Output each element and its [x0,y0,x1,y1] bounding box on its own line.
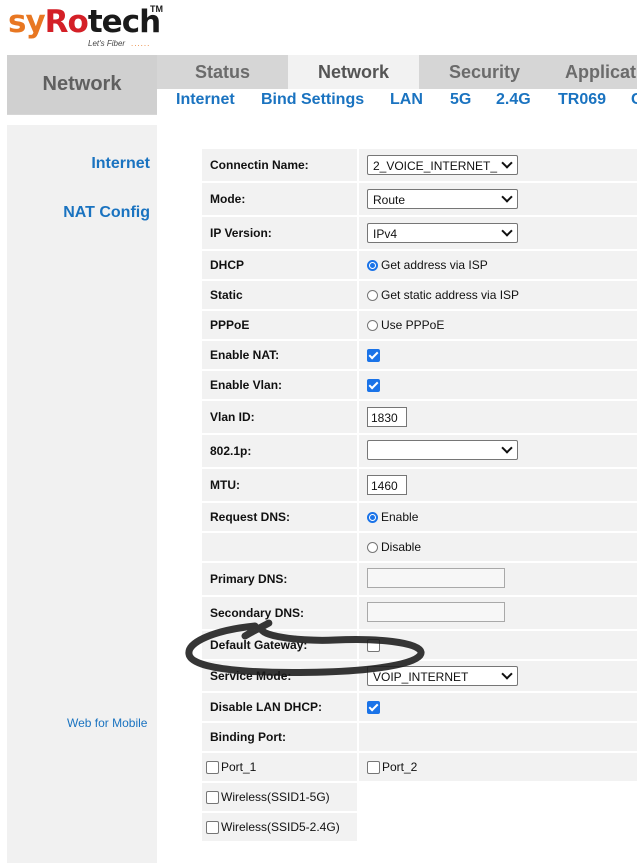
port1-checkbox[interactable] [206,761,219,774]
dns-enable-radio[interactable] [367,512,378,523]
primary-dns-input[interactable] [367,567,505,588]
service-mode-label: Service Mode: [202,661,357,691]
tab-application[interactable]: Applicat [550,55,637,89]
section-title: Network [7,55,157,114]
dhcp-label: DHCP [202,251,357,279]
dns-disable-radio[interactable] [367,542,378,553]
pppoe-label: PPPoE [202,311,357,339]
ip-version-label: IP Version: [202,217,357,249]
logo-part-sy: sy [8,4,46,40]
chevron-down-icon [501,668,513,680]
mode-select[interactable]: Route [367,189,518,209]
vlan-id-input[interactable]: 1830 [367,407,407,427]
default-gateway-label: Default Gateway: [202,631,357,659]
service-mode-select[interactable]: VOIP_INTERNET [367,666,518,686]
chevron-down-icon [501,157,513,169]
connection-name-select[interactable]: 2_VOICE_INTERNET_ [367,155,518,175]
default-gateway-checkbox[interactable] [367,639,380,652]
disable-lan-dhcp-checkbox[interactable] [367,701,380,714]
port1-label: Port_1 [221,760,257,774]
enable-vlan-checkbox[interactable] [367,379,380,392]
port2-label: Port_2 [382,760,418,774]
ssid5-2-4g-checkbox[interactable] [206,821,219,834]
static-option-label: Get static address via ISP [381,288,520,302]
chevron-down-icon [501,225,513,237]
tab-security[interactable]: Security [419,55,550,89]
mode-label: Mode: [202,183,357,215]
static-label: Static [202,281,357,309]
binding-port-label: Binding Port: [202,723,357,751]
syrotech-logo: syRotech TM Let's Fiber ...... [8,4,168,52]
binding-port-spacer [359,723,637,751]
logo-tagline: Let's Fiber [88,39,126,48]
web-for-mobile-link[interactable]: Web for Mobile [67,716,147,730]
logo-trademark: TM [150,4,163,14]
logo-dots: ...... [131,39,151,48]
subtab-more[interactable]: C [631,91,637,109]
tab-network[interactable]: Network [288,55,419,89]
mtu-input[interactable]: 1460 [367,475,407,495]
ssid1-5g-label: Wireless(SSID1-5G) [221,790,330,804]
static-radio[interactable] [367,290,378,301]
subtab-internet[interactable]: Internet [176,91,235,109]
dhcp-radio[interactable] [367,260,378,271]
ssid5-2-4g-label: Wireless(SSID5-2.4G) [221,820,340,834]
sidebar-item-nat-config[interactable]: NAT Config [63,204,150,222]
enable-nat-checkbox[interactable] [367,349,380,362]
secondary-dns-label: Secondary DNS: [202,597,357,629]
left-sidebar [7,125,157,863]
chevron-down-icon [501,441,513,454]
subtab-bind-settings[interactable]: Bind Settings [261,91,364,109]
tab-status[interactable]: Status [157,55,288,89]
pppoe-option-label: Use PPPoE [381,318,445,332]
port2-checkbox[interactable] [367,761,380,774]
dot1p-select[interactable] [367,439,518,460]
disable-lan-dhcp-label: Disable LAN DHCP: [202,693,357,721]
dns-disable-label: Disable [381,540,422,554]
subtab-tr069[interactable]: TR069 [558,91,606,109]
internet-settings-form: Connectin Name: 2_VOICE_INTERNET_ Mode: … [202,147,637,843]
dot1p-label: 802.1p: [202,435,357,467]
subtab-lan[interactable]: LAN [390,91,423,109]
ssid1-5g-checkbox[interactable] [206,791,219,804]
ip-version-select[interactable]: IPv4 [367,223,518,243]
vlan-id-label: Vlan ID: [202,401,357,433]
enable-nat-label: Enable NAT: [202,341,357,369]
primary-dns-label: Primary DNS: [202,563,357,595]
connection-name-label: Connectin Name: [202,149,357,181]
dns-enable-label: Enable [381,510,419,524]
dhcp-option-label: Get address via ISP [381,258,488,272]
chevron-down-icon [501,191,513,203]
enable-vlan-label: Enable Vlan: [202,371,357,399]
mtu-label: MTU: [202,469,357,501]
subtab-5g[interactable]: 5G [450,91,471,109]
sidebar-item-internet[interactable]: Internet [91,155,150,173]
logo-part-ro: Ro [44,4,89,40]
subtab-2-4g[interactable]: 2.4G [496,91,531,109]
pppoe-radio[interactable] [367,320,378,331]
secondary-dns-input[interactable] [367,601,505,622]
request-dns-spacer [202,533,357,561]
request-dns-label: Request DNS: [202,503,357,531]
